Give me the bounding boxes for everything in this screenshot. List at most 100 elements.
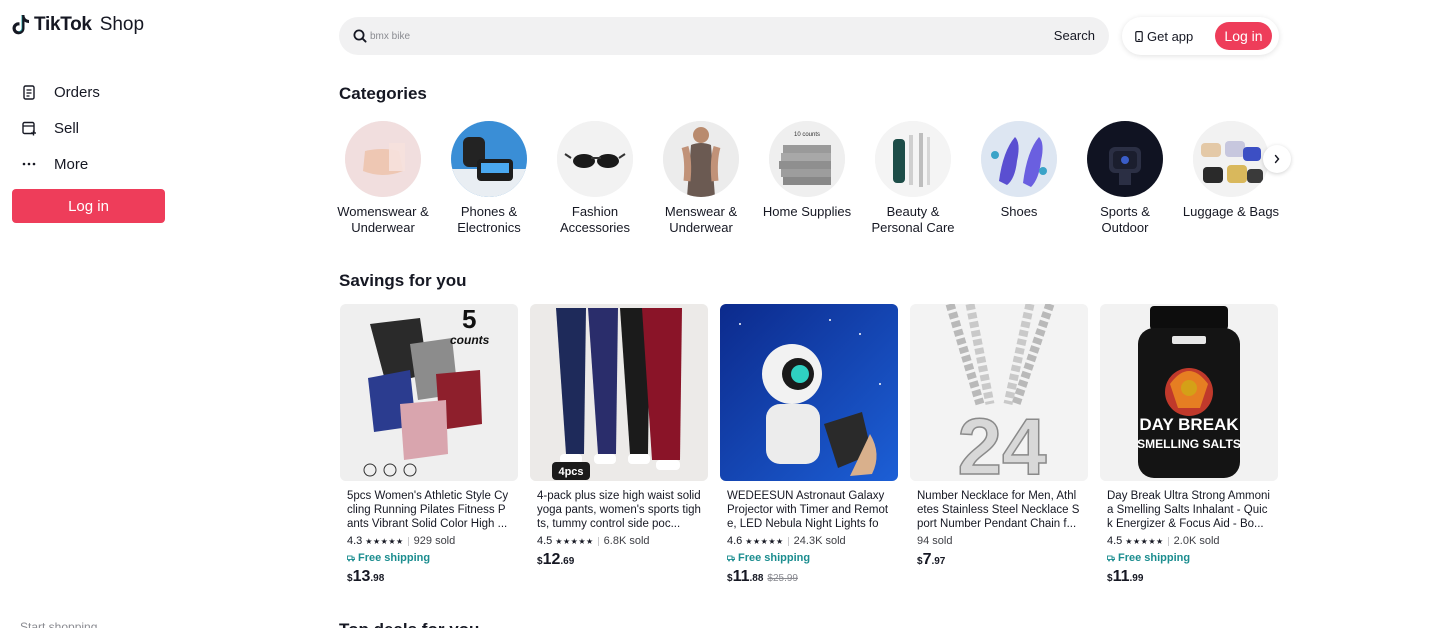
price-cents: .97 <box>931 556 946 567</box>
search-bar: Search <box>339 17 1109 55</box>
truck-icon <box>727 555 735 561</box>
category-label: Womenswear & Underwear <box>337 204 429 235</box>
free-shipping-label: Free shipping <box>358 552 431 564</box>
product-title: 4-pack plus size high waist solid yoga p… <box>537 490 701 530</box>
image-jar-line1: DAY BREAK <box>1139 415 1239 434</box>
header-actions: Get app Log in <box>1122 17 1279 55</box>
sidebar-item-sell[interactable]: Sell <box>20 110 100 146</box>
product-image: DAY BREAK SMELLING SALTS <box>1100 304 1278 481</box>
star-rating-icon: ★★★★★ <box>745 536 784 546</box>
product-price: $ 13 .98 <box>340 568 518 586</box>
tiktok-shop-logo[interactable]: TikTok Shop <box>12 14 144 36</box>
category-label: Sports & Outdoor <box>1100 204 1150 235</box>
svg-text:10 counts: 10 counts <box>794 132 820 138</box>
product-meta: 4.5 ★★★★★ 6.8K sold <box>530 534 708 548</box>
divider <box>787 536 789 546</box>
image-jar-line2: SMELLING SALTS <box>1137 437 1241 451</box>
product-image: 4pcs <box>530 304 708 481</box>
category-shoes[interactable]: Shoes <box>969 121 1069 220</box>
product-sold: 929 sold <box>413 535 456 547</box>
categories-row: Womenswear & Underwear Phones & Electron… <box>337 121 1291 241</box>
product-price: $ 11 .99 <box>1100 568 1278 586</box>
categories-next-button[interactable] <box>1263 145 1291 173</box>
image-counts-number: 5 <box>462 304 476 334</box>
truck-icon <box>347 555 355 561</box>
product-card[interactable]: WEDEESUN Astronaut Galaxy Projector with… <box>720 304 898 586</box>
category-image <box>875 121 951 197</box>
product-title: WEDEESUN Astronaut Galaxy Projector with… <box>727 490 889 530</box>
search-input[interactable] <box>370 17 1050 55</box>
category-label: Menswear & Underwear <box>664 204 738 235</box>
product-image <box>720 304 898 481</box>
image-pcs-badge: 4pcs <box>558 466 583 478</box>
product-card[interactable]: 4pcs 4-pack plus size high waist solid y… <box>530 304 708 569</box>
price-cents: .69 <box>560 556 575 567</box>
brand-suffix: Shop <box>99 14 145 35</box>
category-luggage-bags[interactable]: Luggage & Bags <box>1181 121 1281 220</box>
get-app-label: Get app <box>1147 28 1194 44</box>
divider <box>597 536 599 546</box>
product-price: $ 7 .97 <box>910 551 1088 569</box>
tiktok-logo-icon <box>12 15 29 35</box>
product-price: $ 12 .69 <box>530 551 708 569</box>
category-label: Phones & Electronics <box>457 204 521 235</box>
product-card[interactable]: 24 Number Necklace for Men, Athletes Sta… <box>910 304 1088 569</box>
category-menswear[interactable]: Menswear & Underwear <box>651 121 751 236</box>
category-image <box>1193 121 1269 197</box>
product-card[interactable]: 5 counts 5pcs Women's Athletic Style Cyc… <box>340 304 518 586</box>
category-image <box>663 121 739 197</box>
free-shipping-label: Free shipping <box>1118 552 1191 564</box>
price-whole: 7 <box>922 551 932 568</box>
product-sold: 6.8K sold <box>603 535 650 547</box>
divider <box>1167 536 1169 546</box>
product-rating: 4.5 <box>537 535 553 547</box>
orders-icon <box>20 83 38 101</box>
category-image <box>345 121 421 197</box>
category-home-supplies[interactable]: 10 counts Home Supplies <box>757 121 857 220</box>
product-card[interactable]: DAY BREAK SMELLING SALTS Day Break Ultra… <box>1100 304 1278 586</box>
image-pendant-number: 24 <box>958 402 1047 481</box>
category-image <box>557 121 633 197</box>
category-womenswear[interactable]: Womenswear & Underwear <box>333 121 433 236</box>
category-image <box>1087 121 1163 197</box>
sell-icon <box>20 119 38 137</box>
sidebar-login-button[interactable]: Log in <box>12 189 165 223</box>
product-title: 5pcs Women's Athletic Style Cycling Runn… <box>347 490 509 530</box>
search-icon <box>353 29 367 43</box>
search-button[interactable]: Search <box>1054 28 1095 43</box>
category-fashion-accessories[interactable]: Fashion Accessories <box>545 121 645 236</box>
star-rating-icon: ★★★★★ <box>555 536 594 546</box>
free-shipping-tag: Free shipping <box>1100 551 1278 565</box>
price-whole: 12 <box>542 551 561 568</box>
sidebar-item-orders[interactable]: Orders <box>20 74 100 110</box>
price-whole: 13 <box>352 568 371 585</box>
category-label: Luggage & Bags <box>1182 204 1280 219</box>
divider <box>407 536 409 546</box>
product-title: Number Necklace for Men, Athletes Stainl… <box>917 490 1080 530</box>
image-counts-word: counts <box>450 333 490 347</box>
product-meta: 4.5 ★★★★★ 2.0K sold <box>1100 534 1278 548</box>
price-cents: .99 <box>1129 573 1144 584</box>
star-rating-icon: ★★★★★ <box>365 536 404 546</box>
price-whole: 11 <box>1112 568 1130 585</box>
header-login-button[interactable]: Log in <box>1215 22 1272 50</box>
product-meta: 4.3 ★★★★★ 929 sold <box>340 534 518 548</box>
product-image: 5 counts <box>340 304 518 481</box>
sidebar-item-label: Sell <box>54 119 80 137</box>
price-whole: 11 <box>732 568 750 585</box>
sidebar-item-more[interactable]: More <box>20 146 100 182</box>
category-image <box>451 121 527 197</box>
category-label: Home Supplies <box>762 204 852 219</box>
sidebar-nav: Orders Sell More <box>20 74 100 182</box>
more-icon <box>20 155 38 173</box>
category-phones-electronics[interactable]: Phones & Electronics <box>439 121 539 236</box>
product-price: $ 11 .88 $25.99 <box>720 568 898 586</box>
category-label: Beauty & Personal Care <box>871 204 955 235</box>
get-app-button[interactable]: Get app <box>1135 29 1193 44</box>
category-sports-outdoor[interactable]: Sports & Outdoor <box>1075 121 1175 236</box>
sidebar-item-label: More <box>54 155 89 173</box>
category-image <box>981 121 1057 197</box>
category-beauty[interactable]: Beauty & Personal Care <box>863 121 963 236</box>
star-rating-icon: ★★★★★ <box>1125 536 1164 546</box>
category-label: Shoes <box>1000 204 1038 219</box>
